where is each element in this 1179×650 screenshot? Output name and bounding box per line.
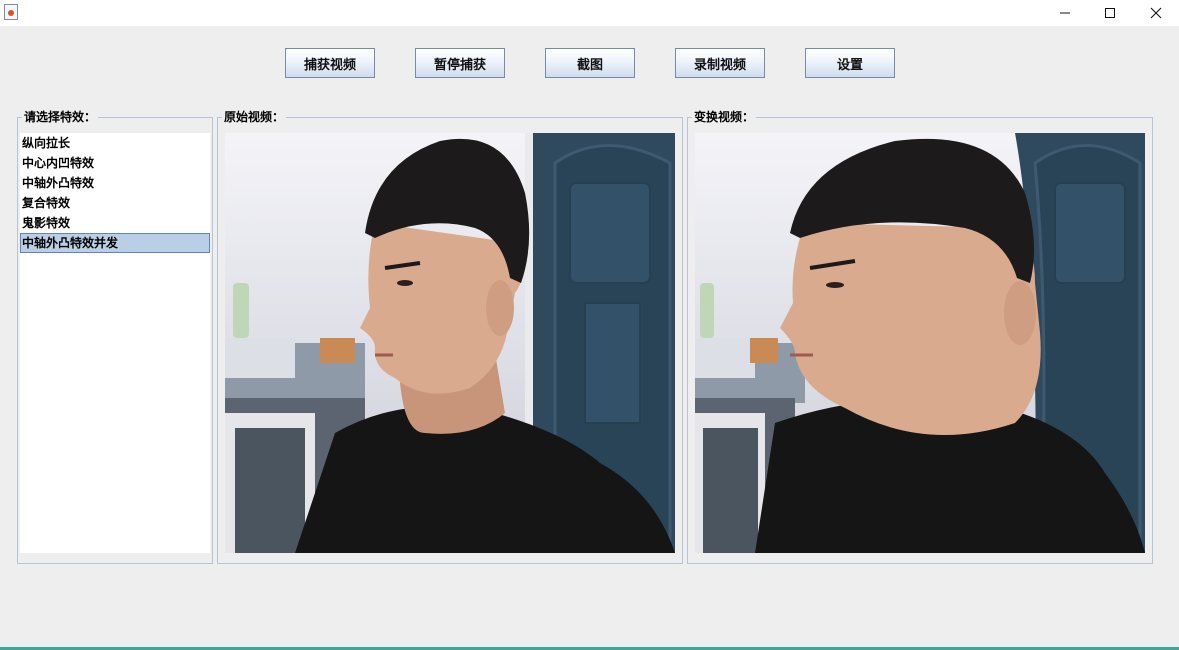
effects-panel-title: 请选择特效： <box>22 109 99 125</box>
minimize-button[interactable] <box>1042 0 1088 26</box>
java-icon <box>4 4 18 20</box>
minimize-icon <box>1060 12 1070 14</box>
maximize-button[interactable] <box>1087 0 1133 26</box>
list-item-center-concave[interactable]: 中心内凹特效 <box>20 153 210 173</box>
settings-button[interactable]: 设置 <box>805 48 895 78</box>
close-icon <box>1150 7 1162 19</box>
original-video-title: 原始视频： <box>222 109 287 125</box>
transformed-video-panel: 变换视频： <box>687 109 1153 564</box>
effects-panel: 请选择特效： 纵向拉长 中心内凹特效 中轴外凸特效 复合特效 鬼影特效 中轴外凸… <box>17 109 213 564</box>
close-button[interactable] <box>1133 0 1179 26</box>
list-item-composite[interactable]: 复合特效 <box>20 193 210 213</box>
list-item-axis-convex-concurrent[interactable]: 中轴外凸特效并发 <box>20 233 210 253</box>
transformed-video-title: 变换视频： <box>692 109 757 125</box>
original-video-image <box>225 133 675 553</box>
pause-capture-button[interactable]: 暂停捕获 <box>415 48 505 78</box>
transformed-video-image <box>695 133 1145 553</box>
title-bar <box>0 0 1179 26</box>
list-item-axis-convex[interactable]: 中轴外凸特效 <box>20 173 210 193</box>
list-item-ghost[interactable]: 鬼影特效 <box>20 213 210 233</box>
maximize-icon <box>1105 8 1115 18</box>
capture-video-button[interactable]: 捕获视频 <box>285 48 375 78</box>
original-video-frame <box>225 133 675 553</box>
original-video-panel: 原始视频： <box>217 109 683 564</box>
list-item-vertical-stretch[interactable]: 纵向拉长 <box>20 133 210 153</box>
effect-list[interactable]: 纵向拉长 中心内凹特效 中轴外凸特效 复合特效 鬼影特效 中轴外凸特效并发 <box>20 133 210 553</box>
transformed-video-frame <box>695 133 1145 553</box>
record-video-button[interactable]: 录制视频 <box>675 48 765 78</box>
screenshot-button[interactable]: 截图 <box>545 48 635 78</box>
